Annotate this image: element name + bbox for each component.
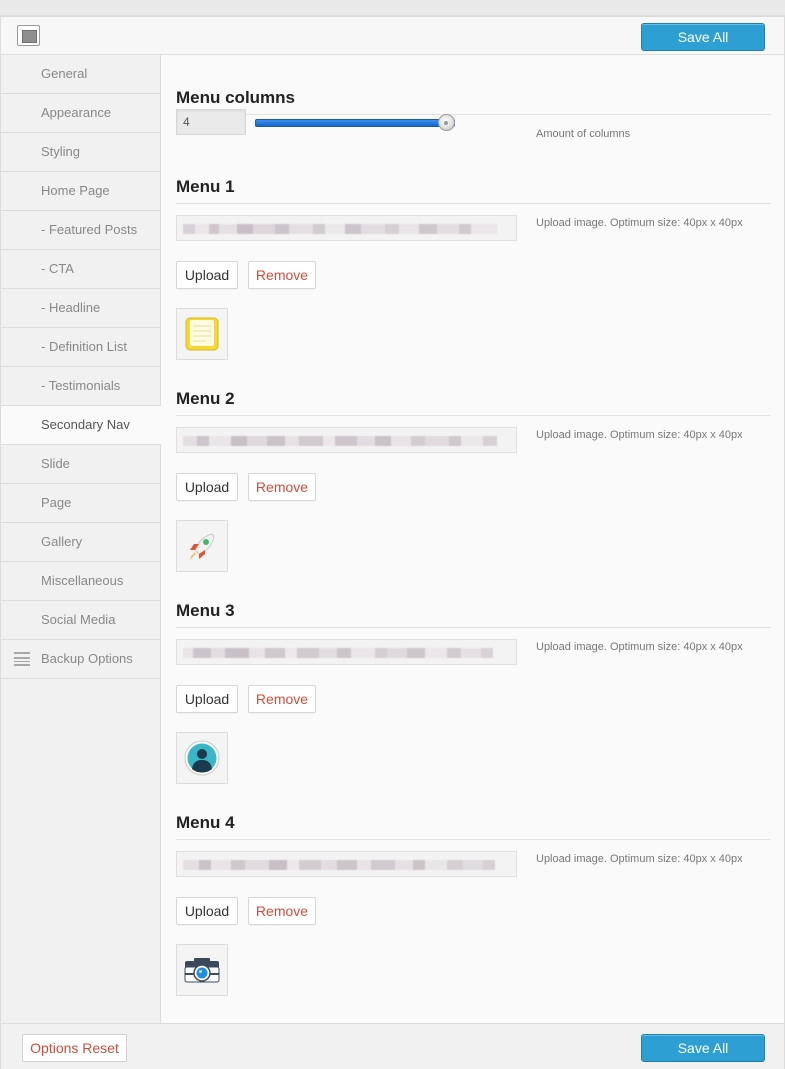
blurred-url-text <box>183 648 509 658</box>
options-sidebar: General Appearance Styling Home Page - F… <box>1 55 161 1023</box>
menu-1-remove-button[interactable]: Remove <box>248 261 316 289</box>
user-avatar-icon <box>184 740 220 776</box>
panel-icon <box>17 25 40 46</box>
sidebar-item-general[interactable]: General <box>1 55 160 94</box>
menu-1-image-preview <box>176 308 228 360</box>
columns-input[interactable]: 4 <box>176 109 246 135</box>
menu-1-image-url-field[interactable] <box>176 215 517 241</box>
columns-slider-track[interactable] <box>255 119 455 127</box>
menu-3-image-url-field[interactable] <box>176 639 517 665</box>
menu-1-title: Menu 1 <box>176 177 235 196</box>
blurred-url-text <box>183 860 509 870</box>
columns-slider-handle[interactable] <box>438 114 455 131</box>
camera-icon <box>184 958 220 983</box>
menu-4-image-preview <box>176 944 228 996</box>
list-icon <box>14 652 30 666</box>
sidebar-item-featured-posts[interactable]: - Featured Posts <box>1 211 160 250</box>
menu-4-image-url-field[interactable] <box>176 851 517 877</box>
save-all-changes-button-bottom[interactable]: Save All Changes <box>641 1034 765 1069</box>
sidebar-item-home-page[interactable]: Home Page <box>1 172 160 211</box>
menu-4-description: Upload image. Optimum size: 40px x 40px <box>536 853 743 865</box>
sidebar-item-miscellaneous[interactable]: Miscellaneous <box>1 562 160 601</box>
window-top-strip <box>0 0 785 16</box>
divider <box>176 839 771 840</box>
menu-2-description: Upload image. Optimum size: 40px x 40px <box>536 429 743 441</box>
blurred-url-text <box>183 224 509 234</box>
sidebar-item-backup-options[interactable]: Backup Options <box>1 640 160 679</box>
divider <box>176 627 771 628</box>
menu-1-description: Upload image. Optimum size: 40px x 40px <box>536 217 743 229</box>
menu-3-remove-button[interactable]: Remove <box>248 685 316 713</box>
sidebar-item-page[interactable]: Page <box>1 484 160 523</box>
sidebar-item-headline[interactable]: - Headline <box>1 289 160 328</box>
columns-description: Amount of columns <box>536 128 631 140</box>
sidebar-item-styling[interactable]: Styling <box>1 133 160 172</box>
menu-2-remove-button[interactable]: Remove <box>248 473 316 501</box>
divider <box>176 114 771 115</box>
menu-2-title: Menu 2 <box>176 389 235 408</box>
notepad-icon <box>185 317 219 351</box>
sidebar-item-secondary-nav[interactable]: Secondary Nav <box>1 406 161 445</box>
options-header: Save All Changes <box>1 17 784 71</box>
menu-4-title: Menu 4 <box>176 813 235 832</box>
menu-4-upload-button[interactable]: Upload <box>176 897 238 925</box>
menu-2-upload-button[interactable]: Upload <box>176 473 238 501</box>
blurred-url-text <box>183 436 509 446</box>
menu-3-title: Menu 3 <box>176 601 235 620</box>
menu-columns-title: Menu columns <box>176 88 296 107</box>
divider <box>176 203 771 204</box>
save-all-changes-button-top[interactable]: Save All Changes <box>641 23 765 71</box>
menu-3-description: Upload image. Optimum size: 40px x 40px <box>536 641 743 653</box>
sidebar-item-slide[interactable]: Slide <box>1 445 160 484</box>
menu-1-upload-button[interactable]: Upload <box>176 261 238 289</box>
menu-2-image-url-field[interactable] <box>176 427 517 453</box>
sidebar-item-social-media[interactable]: Social Media <box>1 601 160 640</box>
options-content: Menu columns 4 Amount of columns Menu 1 … <box>161 55 784 1023</box>
sidebar-item-definition-list[interactable]: - Definition List <box>1 328 160 367</box>
sidebar-item-appearance[interactable]: Appearance <box>1 94 160 133</box>
menu-4-remove-button[interactable]: Remove <box>248 897 316 925</box>
options-reset-button[interactable]: Options Reset <box>22 1034 127 1062</box>
sidebar-item-label: Backup Options <box>41 651 133 666</box>
sidebar-item-gallery[interactable]: Gallery <box>1 523 160 562</box>
menu-3-image-preview <box>176 732 228 784</box>
options-panel: Save All Changes General Appearance Styl… <box>0 16 785 1069</box>
sidebar-item-cta[interactable]: - CTA <box>1 250 160 289</box>
options-footer: Options Reset Save All Changes <box>1 1023 784 1069</box>
menu-2-image-preview <box>176 520 228 572</box>
divider <box>176 415 771 416</box>
sidebar-item-testimonials[interactable]: - Testimonials <box>1 367 160 406</box>
rocket-icon <box>190 533 215 560</box>
menu-3-upload-button[interactable]: Upload <box>176 685 238 713</box>
